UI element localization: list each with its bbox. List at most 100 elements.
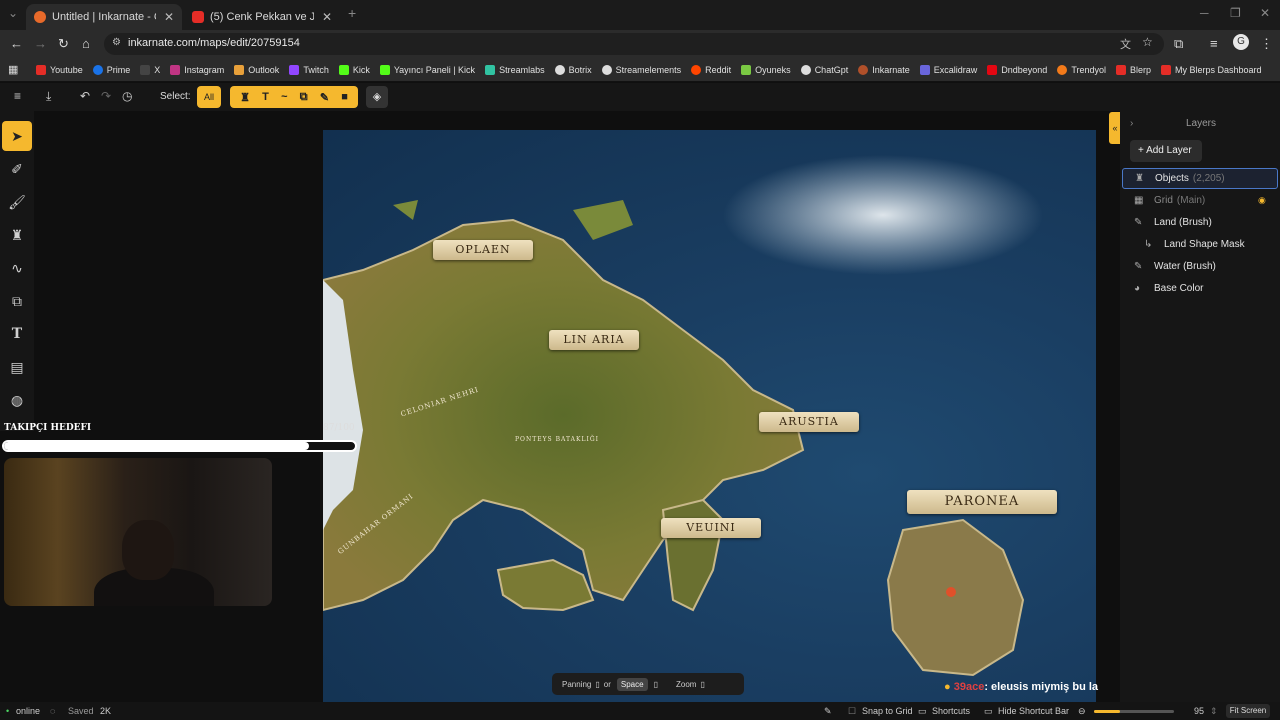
path-filter-icon[interactable]: ~ bbox=[281, 91, 287, 103]
eraser-tool-icon[interactable]: ✐ bbox=[2, 154, 32, 184]
url-field[interactable]: ⚙ inkarnate.com/maps/edit/20759154 文 ☆ bbox=[104, 33, 1164, 55]
region-banner-paronea[interactable]: PARONEA bbox=[907, 490, 1057, 514]
extensions-icon[interactable]: ⧉ bbox=[1174, 36, 1183, 52]
back-icon[interactable]: ← bbox=[10, 36, 23, 51]
bookmark-blerp[interactable]: Blerp bbox=[1116, 64, 1151, 75]
bookmark-star-icon[interactable]: ☆ bbox=[1142, 35, 1153, 49]
history-icon[interactable]: ◷ bbox=[122, 89, 132, 103]
bookmark-botrix[interactable]: Botrix bbox=[554, 64, 592, 75]
bookmark-trendyol[interactable]: Trendyol bbox=[1057, 64, 1106, 75]
blerp-icon bbox=[1161, 64, 1172, 75]
tab-youtube[interactable]: (5) Cenk Pekkan ve Jahrein, can ✕ bbox=[184, 4, 340, 30]
media-icon[interactable]: ≡ bbox=[1210, 36, 1218, 51]
layers-toggle-icon[interactable]: ◈ bbox=[366, 86, 388, 108]
select-all-button[interactable]: All bbox=[197, 86, 221, 108]
reload-icon[interactable]: ↻ bbox=[58, 36, 69, 52]
hide-shortcut-bar-button[interactable]: Hide Shortcut Bar bbox=[998, 706, 1069, 716]
window-close-icon[interactable]: ✕ bbox=[1260, 6, 1270, 20]
new-tab-icon[interactable]: + bbox=[348, 5, 356, 21]
shortcuts-button[interactable]: Shortcuts bbox=[932, 706, 970, 716]
minimize-icon[interactable]: ─ bbox=[1200, 6, 1209, 20]
object-filter-icon[interactable]: ♜ bbox=[240, 91, 250, 104]
instagram-icon bbox=[170, 64, 181, 75]
layer-land-brush[interactable]: ✎ Land (Brush) bbox=[1122, 212, 1278, 233]
bookmark-streamelements[interactable]: Streamelements bbox=[601, 64, 681, 75]
brush-filter-icon[interactable]: ✎ bbox=[320, 91, 329, 104]
zoom-stepper-icon[interactable]: ⇕ bbox=[1210, 706, 1218, 717]
globe-tool-icon[interactable]: ◍ bbox=[2, 385, 32, 415]
zoom-out-icon[interactable]: ⊖ bbox=[1078, 706, 1086, 717]
text-filter-icon[interactable]: T bbox=[262, 91, 269, 103]
brush-tool-icon[interactable]: 🖌 bbox=[2, 187, 32, 217]
map-canvas[interactable]: OPLAEN LIN ARIA ARUSTIA PARONEA VEUINI C… bbox=[323, 130, 1096, 702]
snap-to-grid-label[interactable]: Snap to Grid bbox=[862, 706, 913, 716]
menu-dots-icon[interactable]: ⋮ bbox=[1260, 36, 1273, 52]
bookmark-kick[interactable]: Kick bbox=[338, 64, 370, 75]
translate-icon[interactable]: 文 bbox=[1120, 36, 1131, 52]
bookmark-youtube[interactable]: Youtube bbox=[36, 64, 83, 75]
bookmark-prime[interactable]: Prime bbox=[92, 64, 130, 75]
close-icon[interactable]: ✕ bbox=[322, 10, 332, 24]
undo-icon[interactable]: ↶ bbox=[80, 89, 90, 103]
region-banner-lin-aria[interactable]: LIN ARIA bbox=[549, 330, 639, 350]
close-icon[interactable]: ✕ bbox=[164, 10, 174, 24]
pen-icon[interactable]: ✎ bbox=[824, 706, 832, 717]
layer-water-brush[interactable]: ✎ Water (Brush) bbox=[1122, 256, 1278, 277]
streamelements-icon bbox=[601, 64, 612, 75]
home-icon[interactable]: ⌂ bbox=[82, 36, 90, 51]
forward-icon[interactable]: → bbox=[34, 36, 47, 51]
layer-grid[interactable]: ▦ Grid (Main) ◉ bbox=[1122, 190, 1278, 211]
bookmark-kick-panel[interactable]: Yayıncı Paneli | Kick bbox=[379, 64, 475, 75]
apps-grid-icon[interactable]: ▦ bbox=[8, 63, 18, 76]
folder-filter-icon[interactable]: ■ bbox=[341, 91, 348, 103]
redo-icon[interactable]: ↷ bbox=[101, 89, 111, 103]
eye-hidden-icon[interactable]: ◉ bbox=[1258, 190, 1266, 211]
dndbeyond-icon bbox=[987, 64, 998, 75]
inkarnate-favicon-icon bbox=[34, 11, 46, 23]
region-banner-oplaen[interactable]: OPLAEN bbox=[433, 240, 533, 260]
left-tool-column: ➤ ✐ 🖌 ♜ ∿ ⧉ T ▤ ◍ bbox=[0, 111, 34, 431]
bookmark-chatgpt[interactable]: ChatGpt bbox=[800, 64, 848, 75]
bookmark-streamlabs[interactable]: Streamlabs bbox=[485, 64, 545, 75]
layer-land-shape-mask[interactable]: ↳ Land Shape Mask bbox=[1122, 234, 1278, 255]
object-tool-icon[interactable]: ♜ bbox=[2, 220, 32, 250]
profile-avatar-icon[interactable]: G bbox=[1233, 34, 1249, 50]
bookmark-blerps-dashboard[interactable]: My Blerps Dashboard bbox=[1161, 64, 1262, 75]
fit-screen-button[interactable]: Fit Screen bbox=[1226, 704, 1270, 718]
map-label-swamp[interactable]: PONTEYS BATAKLIĞI bbox=[515, 436, 599, 443]
layers-title: Layers bbox=[1186, 118, 1217, 129]
mouse-icon: ▯ bbox=[595, 679, 600, 689]
zoom-value[interactable]: 95 bbox=[1194, 706, 1204, 716]
notes-tool-icon[interactable]: ▤ bbox=[2, 352, 32, 382]
zoom-slider[interactable] bbox=[1094, 710, 1174, 713]
blerp-icon bbox=[1116, 64, 1126, 75]
layer-objects[interactable]: ♜ Objects (2,205) bbox=[1122, 168, 1278, 189]
bookmark-reddit[interactable]: Reddit bbox=[691, 64, 731, 75]
chevron-right-icon[interactable]: › bbox=[1130, 118, 1133, 129]
bookmark-inkarnate[interactable]: Inkarnate bbox=[858, 64, 910, 75]
tab-search-icon[interactable]: ⌄ bbox=[8, 6, 18, 20]
bookmark-x[interactable]: X bbox=[140, 64, 160, 75]
snap-checkbox-icon[interactable]: ☐ bbox=[848, 706, 856, 717]
tab-inkarnate[interactable]: Untitled | Inkarnate - Create Fa ✕ bbox=[26, 4, 182, 30]
bookmark-outlook[interactable]: Outlook bbox=[234, 64, 279, 75]
region-banner-arustia[interactable]: ARUSTIA bbox=[759, 412, 859, 432]
site-info-icon[interactable]: ⚙ bbox=[112, 37, 121, 48]
region-banner-veuini[interactable]: VEUINI bbox=[661, 518, 761, 538]
select-tool-icon[interactable]: ➤ bbox=[2, 121, 32, 151]
shortcut-hint-bar: Panning ▯ or Space ▯ Zoom ▯ bbox=[552, 673, 744, 695]
text-tool-icon[interactable]: T bbox=[2, 319, 32, 349]
bookmark-oyuneks[interactable]: Oyuneks bbox=[741, 64, 791, 75]
path-tool-icon[interactable]: ∿ bbox=[2, 253, 32, 283]
shape-filter-icon[interactable]: ⧉ bbox=[300, 91, 308, 104]
layer-base-color[interactable]: ◕ Base Color bbox=[1122, 278, 1278, 299]
maximize-icon[interactable]: ❐ bbox=[1230, 6, 1241, 20]
download-icon[interactable]: ⤓ bbox=[46, 89, 51, 104]
bookmark-excalidraw[interactable]: Excalidraw bbox=[919, 64, 977, 75]
add-layer-button[interactable]: + Add Layer bbox=[1130, 140, 1202, 162]
shape-tool-icon[interactable]: ⧉ bbox=[2, 286, 32, 316]
bookmark-twitch[interactable]: Twitch bbox=[289, 64, 329, 75]
bookmark-dndbeyond[interactable]: Dndbeyond bbox=[987, 64, 1047, 75]
hamburger-menu-icon[interactable]: ≡ bbox=[14, 89, 21, 103]
bookmark-instagram[interactable]: Instagram bbox=[170, 64, 224, 75]
